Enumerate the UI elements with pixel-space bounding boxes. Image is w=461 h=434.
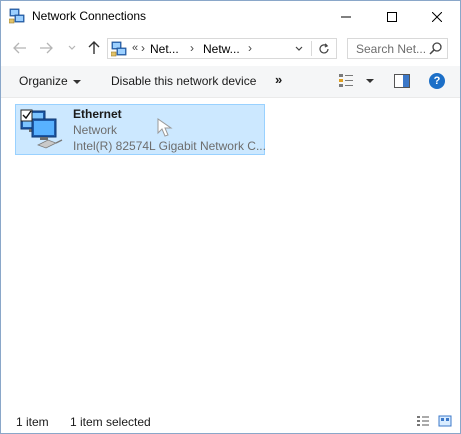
search-icon[interactable]: [428, 41, 444, 57]
address-row: « › Net... › Netw... › Search Net...: [1, 32, 460, 66]
chevron-down-icon: [295, 46, 303, 51]
caret-down-icon: [72, 79, 81, 84]
minimize-icon: [341, 16, 351, 17]
search-box[interactable]: Search Net...: [347, 38, 448, 59]
back-arrow-icon: [13, 42, 26, 54]
back-button[interactable]: [9, 37, 31, 59]
network-connections-window: Network Connections « › Net... › Netw...…: [0, 0, 461, 434]
selected-count: 1 item selected: [70, 415, 151, 429]
help-icon[interactable]: ?: [429, 73, 445, 89]
connections-list: Ethernet Network Intel(R) 82574L Gigabit…: [1, 97, 460, 407]
window-title: Network Connections: [32, 9, 147, 23]
details-view-icon[interactable]: [416, 415, 430, 427]
address-segment-1[interactable]: Net...: [150, 42, 179, 56]
connection-device: Intel(R) 82574L Gigabit Network C...: [73, 139, 266, 153]
up-button[interactable]: [83, 37, 105, 59]
recent-locations-button[interactable]: [61, 37, 83, 59]
command-bar: Organize Disable this network device » ?: [1, 66, 460, 98]
connection-status: Network: [73, 123, 118, 137]
address-segment-2[interactable]: Netw...: [203, 42, 240, 56]
up-arrow-icon: [88, 41, 100, 54]
refresh-button[interactable]: [315, 40, 333, 58]
network-connections-icon: [9, 8, 25, 24]
network-connections-icon: [111, 41, 127, 57]
close-button[interactable]: [414, 1, 460, 32]
search-input[interactable]: Search Net...: [356, 42, 426, 56]
view-options-dropdown[interactable]: [366, 79, 374, 83]
connection-name: Ethernet: [73, 107, 122, 121]
ethernet-adapter-icon: [20, 109, 63, 149]
maximize-button[interactable]: [369, 1, 415, 32]
chevron-down-icon: [68, 45, 76, 50]
minimize-button[interactable]: [323, 1, 369, 32]
address-overflow[interactable]: «: [132, 42, 138, 54]
address-divider: [311, 41, 312, 56]
title-bar[interactable]: Network Connections: [1, 1, 460, 32]
address-dropdown-button[interactable]: [290, 40, 308, 58]
mouse-pointer-icon: [157, 118, 173, 137]
organize-label: Organize: [19, 74, 68, 88]
change-view-icon[interactable]: [338, 73, 354, 89]
maximize-icon: [387, 11, 397, 22]
more-commands-button[interactable]: »: [275, 72, 282, 87]
address-separator[interactable]: ›: [141, 41, 145, 55]
close-icon: [432, 11, 442, 22]
disable-network-device-button[interactable]: Disable this network device: [111, 74, 256, 88]
list-item[interactable]: Ethernet Network Intel(R) 82574L Gigabit…: [15, 104, 266, 155]
item-count: 1 item: [16, 415, 49, 429]
address-separator[interactable]: ›: [248, 41, 252, 55]
organize-menu[interactable]: Organize: [19, 74, 81, 88]
large-icons-view-icon[interactable]: [438, 415, 452, 427]
status-bar: 1 item 1 item selected: [1, 407, 460, 433]
refresh-icon: [319, 43, 329, 54]
address-separator[interactable]: ›: [190, 41, 194, 55]
forward-button[interactable]: [35, 37, 57, 59]
preview-pane-icon[interactable]: [394, 74, 410, 88]
forward-arrow-icon: [40, 42, 53, 54]
address-bar[interactable]: « › Net... › Netw... ›: [107, 38, 337, 59]
